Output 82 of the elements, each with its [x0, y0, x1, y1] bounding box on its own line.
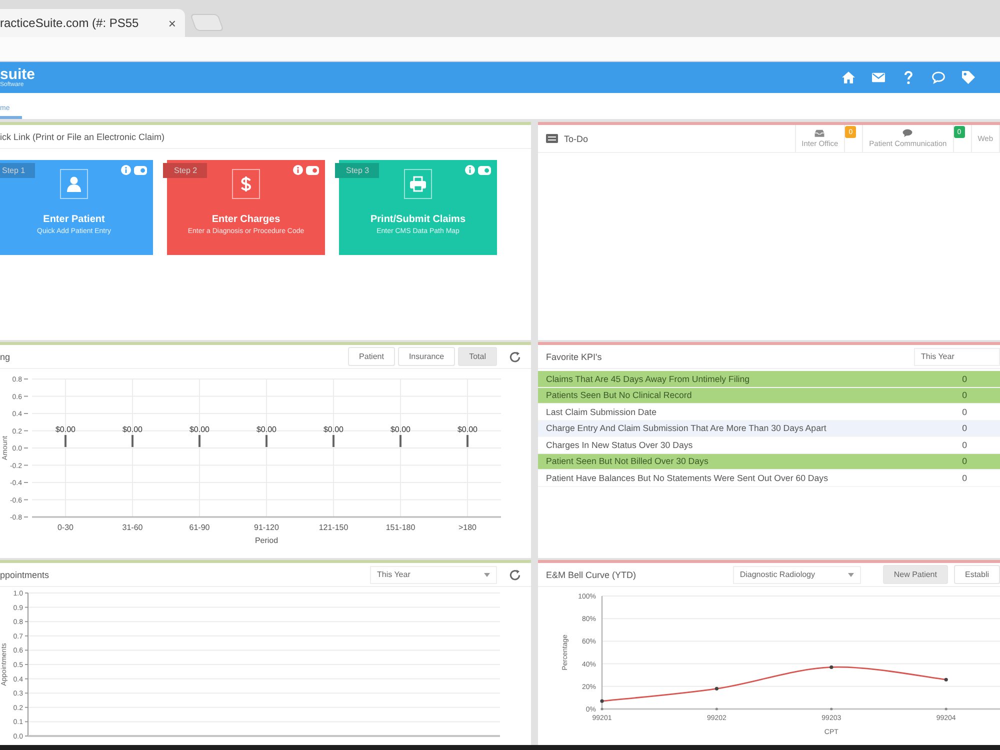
panel-title: ppointments: [0, 570, 50, 580]
filter-button[interactable]: Patient: [348, 347, 395, 366]
info-icon[interactable]: [121, 165, 131, 175]
person-icon: [60, 169, 88, 199]
toggle-icon[interactable]: [134, 166, 147, 174]
kpi-value: 0: [962, 440, 967, 450]
caret-icon: [848, 572, 854, 576]
kpi-value: 0: [962, 423, 967, 434]
kpi-label: Charges In New Status Over 30 Days: [546, 440, 693, 450]
data-point: [944, 678, 948, 682]
value-label: $0.00: [189, 425, 210, 434]
x-axis-title: Period: [254, 536, 278, 545]
kpi-value: 0: [962, 406, 967, 417]
x-tick-label: 91-120: [254, 523, 279, 532]
browser-tab[interactable]: racticeSuite.com (#: PS55 ×: [0, 9, 185, 37]
period-dropdown[interactable]: This Year: [914, 348, 1000, 366]
x-tick-label: >180: [458, 523, 477, 532]
inbox-icon: [814, 129, 826, 137]
value-label: $0.00: [323, 425, 344, 434]
kpi-row[interactable]: Patient Have Balances But No Statements Were Sent Out Over 60 Days 0: [538, 470, 1000, 486]
kpi-row[interactable]: Claims That Are 45 Days Away From Untimely Filing 0: [538, 371, 1000, 388]
tag-icon[interactable]: [962, 71, 975, 84]
kpi-value: 0: [962, 456, 967, 466]
toggle-icon[interactable]: [306, 166, 319, 174]
step-label: Step 3: [335, 163, 380, 178]
x-tick-label: 121-150: [318, 523, 348, 532]
logo-text: suite: [0, 67, 36, 82]
value-label: $0.00: [390, 425, 411, 434]
kpi-label: Patient Have Balances But No Statements Were Sent Out Over 60 Days: [546, 472, 828, 483]
kpi-value: 0: [962, 472, 967, 483]
toggle-icon[interactable]: [478, 166, 491, 174]
data-point: [714, 686, 718, 690]
dollar-icon: [232, 169, 260, 199]
filter-button[interactable]: Total: [458, 347, 497, 366]
info-icon[interactable]: [293, 165, 303, 175]
x-tick-label: 61-90: [189, 523, 210, 532]
kpi-row[interactable]: Charge Entry And Claim Submission That Are More Than 30 Days Apart 0: [538, 420, 1000, 437]
data-point: [600, 699, 604, 703]
specialty-dropdown[interactable]: Diagnostic Radiology: [732, 566, 861, 584]
refresh-icon[interactable]: [509, 568, 521, 580]
kpi-value: 0: [962, 390, 967, 400]
patient-type-tab[interactable]: New Patient: [882, 565, 948, 584]
step-label: Step 2: [163, 163, 208, 178]
filter-button[interactable]: Insurance: [398, 347, 456, 366]
value-label: $0.00: [457, 425, 478, 434]
kpi-label: Charge Entry And Claim Submission That Are More Than 30 Days Apart: [546, 423, 826, 434]
card-title: Print/Submit Claims: [370, 214, 466, 225]
chat-icon: [902, 129, 914, 137]
info-icon[interactable]: [465, 165, 475, 175]
list-icon: [546, 134, 558, 143]
panel-title: E&M Bell Curve (YTD): [546, 570, 636, 580]
panel-title: To-Do: [564, 134, 588, 144]
card-title: Enter Charges: [212, 214, 280, 225]
kpi-label: Claims That Are 45 Days Away From Untimely Filing: [546, 374, 750, 384]
data-point: [830, 665, 834, 669]
patient-type-tab[interactable]: Establi: [954, 565, 1000, 584]
panel-title: Favorite KPI's: [546, 352, 602, 362]
printer-icon: [404, 169, 432, 199]
x-tick-label: 151-180: [386, 523, 416, 532]
card-title: Enter Patient: [43, 214, 105, 225]
value-label: $0.00: [55, 425, 76, 434]
chat-icon[interactable]: [932, 71, 945, 84]
panel-title: ng: [0, 352, 10, 362]
tab-close-button[interactable]: ×: [168, 16, 176, 30]
panel-title: ick Link (Print or File an Electronic Claim): [0, 132, 165, 142]
step-label: Step 1: [0, 163, 36, 178]
help-icon[interactable]: [902, 71, 915, 84]
x-tick-label: 31-60: [122, 523, 143, 532]
value-label: $0.00: [256, 425, 277, 434]
period-dropdown[interactable]: This Year: [370, 566, 497, 584]
mail-icon[interactable]: [872, 71, 885, 84]
kpi-label: Last Claim Submission Date: [546, 406, 656, 417]
x-tick-label: 0-30: [58, 523, 74, 532]
caret-icon: [484, 572, 490, 576]
home-icon[interactable]: [842, 71, 855, 84]
kpi-row[interactable]: Patients Seen But No Clinical Record 0: [538, 388, 1000, 404]
kpi-label: Patient Seen But Not Billed Over 30 Days: [546, 456, 708, 466]
kpi-value: 0: [962, 374, 967, 384]
kpi-label: Patients Seen But No Clinical Record: [546, 390, 692, 400]
value-label: $0.00: [122, 425, 143, 434]
refresh-icon[interactable]: [509, 350, 521, 362]
kpi-row[interactable]: Patient Seen But Not Billed Over 30 Days 0: [538, 454, 1000, 470]
